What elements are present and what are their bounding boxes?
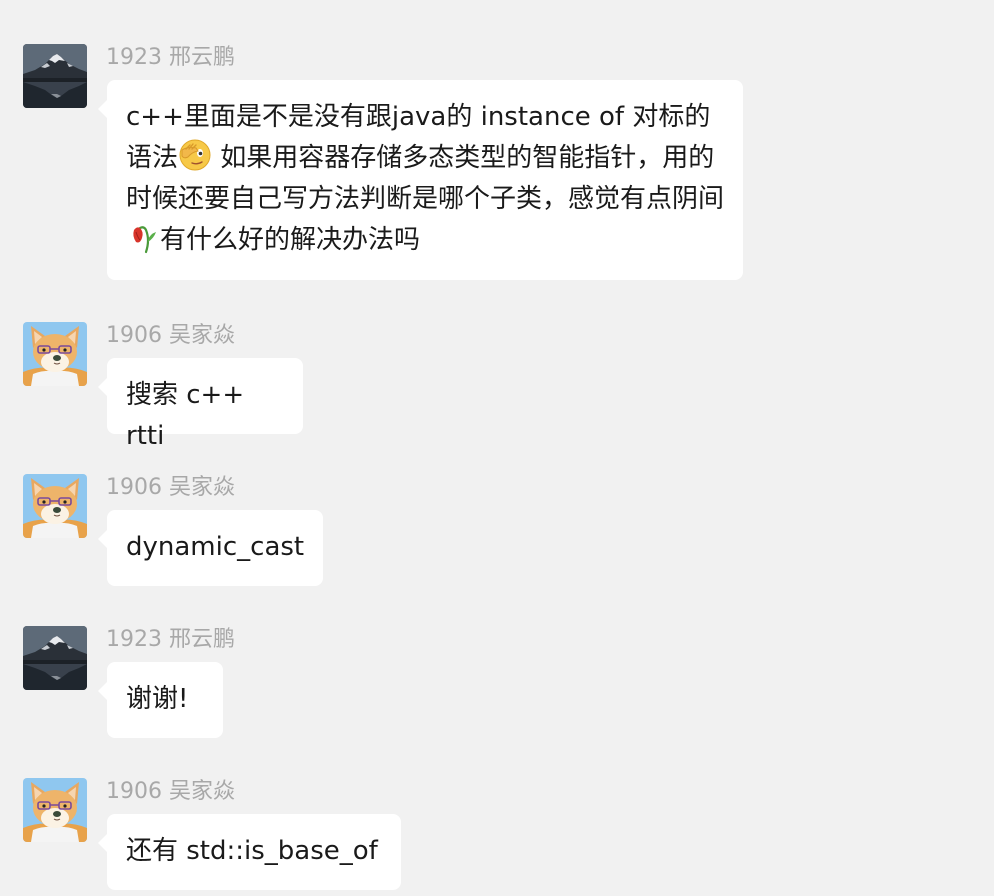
shiba-dog-avatar[interactable] bbox=[23, 322, 87, 386]
wilted-flower-emoji-icon bbox=[126, 220, 160, 254]
message-item: 1923 邢云鹏 谢谢! bbox=[0, 626, 994, 738]
shiba-dog-avatar[interactable] bbox=[23, 474, 87, 538]
mountain-lake-avatar[interactable] bbox=[23, 44, 87, 108]
message-item: 1906 吴家焱 还有 std::is_base_of bbox=[0, 778, 994, 890]
message-text: dynamic_cast bbox=[126, 532, 305, 562]
shiba-dog-avatar[interactable] bbox=[23, 778, 87, 842]
message-text: 搜索 c++ rtti bbox=[126, 380, 245, 451]
message-item: 1923 邢云鹏 c++里面是不是没有跟java的 instance of 对标… bbox=[0, 44, 994, 282]
sender-name: 1906 吴家焱 bbox=[106, 475, 235, 500]
mountain-lake-avatar[interactable] bbox=[23, 626, 87, 690]
message-bubble[interactable]: 谢谢! bbox=[98, 662, 223, 738]
sender-name: 1906 吴家焱 bbox=[106, 323, 235, 348]
message-text: 如果用容器存储多态类型的智能指针，用的时候还要自己写方法判断是哪个子类，感觉有点… bbox=[126, 143, 725, 214]
facepalm-emoji-icon bbox=[178, 138, 212, 172]
message-bubble[interactable]: dynamic_cast bbox=[98, 510, 323, 586]
message-bubble[interactable]: 搜索 c++ rtti bbox=[98, 358, 303, 451]
message-text: 谢谢! bbox=[126, 684, 189, 714]
message-item: 1906 吴家焱 搜索 c++ rtti bbox=[0, 322, 994, 451]
message-text: 还有 std::is_base_of bbox=[126, 836, 378, 866]
chat-message-list[interactable]: 1923 邢云鹏 c++里面是不是没有跟java的 instance of 对标… bbox=[0, 0, 994, 896]
message-item: 1906 吴家焱 dynamic_cast bbox=[0, 474, 994, 586]
message-bubble[interactable]: 还有 std::is_base_of bbox=[98, 814, 401, 890]
message-bubble[interactable]: c++里面是不是没有跟java的 instance of 对标的语法 如果用容器… bbox=[98, 80, 743, 280]
sender-name: 1923 邢云鹏 bbox=[106, 45, 235, 70]
sender-name: 1923 邢云鹏 bbox=[106, 627, 235, 652]
message-text: 有什么好的解决办法吗 bbox=[160, 225, 421, 255]
sender-name: 1906 吴家焱 bbox=[106, 779, 235, 804]
